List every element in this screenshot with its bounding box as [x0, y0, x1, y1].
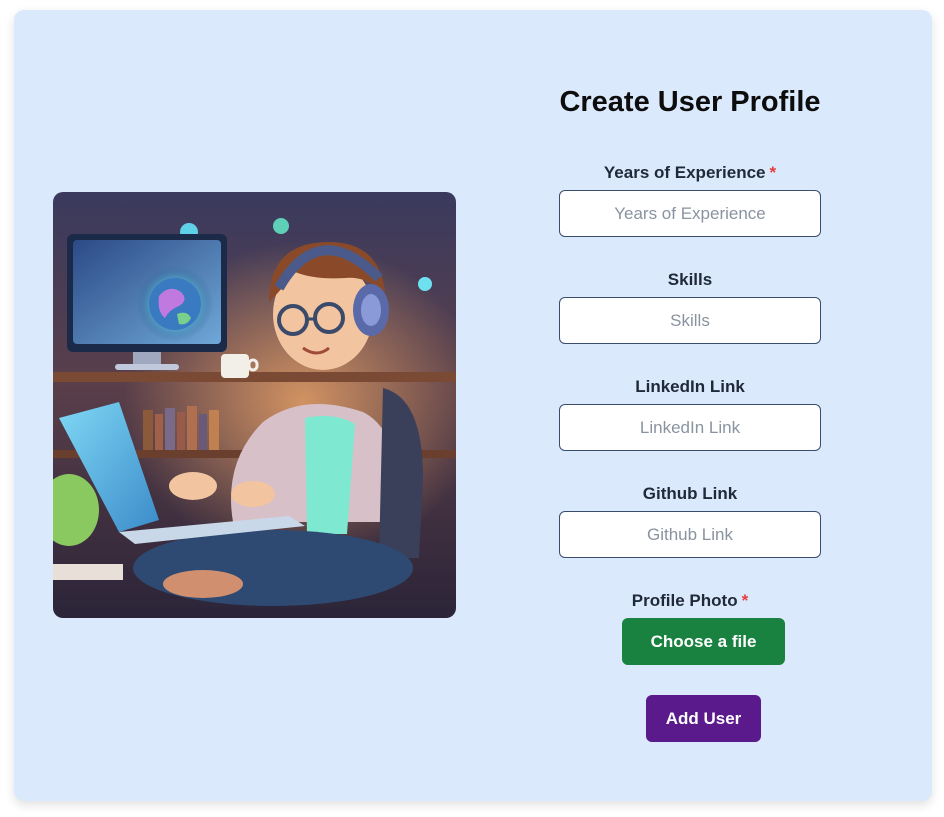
linkedin-label-text: LinkedIn Link: [635, 377, 745, 396]
form-title: Create User Profile: [559, 86, 821, 118]
required-marker: *: [741, 591, 749, 610]
years-experience-label-text: Years of Experience: [603, 163, 766, 182]
skills-label-text: Skills: [667, 270, 713, 289]
add-user-button[interactable]: Add User: [646, 695, 761, 742]
github-label-text: Github Link: [642, 484, 738, 503]
years-experience-input[interactable]: [559, 190, 821, 237]
required-marker: *: [769, 163, 777, 182]
github-input[interactable]: [559, 511, 821, 558]
profile-photo-label: Profile Photo *: [544, 591, 836, 611]
choose-file-button[interactable]: Choose a file: [622, 618, 785, 665]
linkedin-label: LinkedIn Link: [544, 377, 836, 397]
create-profile-form: Create User Profile Years of Experience *…: [544, 82, 836, 742]
developer-illustration: [53, 192, 456, 618]
skills-label: Skills: [544, 270, 836, 290]
linkedin-input[interactable]: [559, 404, 821, 451]
years-experience-label: Years of Experience *: [544, 163, 836, 183]
skills-input[interactable]: [559, 297, 821, 344]
github-label: Github Link: [544, 484, 836, 504]
profile-photo-label-text: Profile Photo: [631, 591, 738, 610]
profile-card: Create User Profile Years of Experience *…: [14, 10, 932, 801]
